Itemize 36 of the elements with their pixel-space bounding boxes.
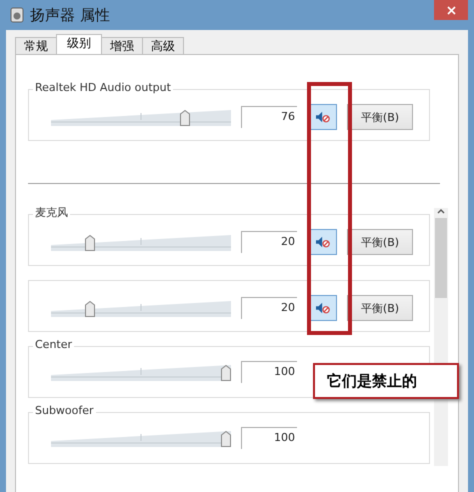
slider-thumb[interactable] bbox=[221, 431, 231, 447]
muted-speaker-icon bbox=[316, 236, 330, 248]
close-button[interactable] bbox=[434, 0, 468, 20]
annotation-callout: 它们是禁止的 bbox=[313, 363, 459, 399]
balance-button[interactable]: 平衡(B) bbox=[347, 295, 413, 321]
balance-button[interactable]: 平衡(B) bbox=[347, 104, 413, 130]
volume-slider[interactable] bbox=[51, 108, 231, 126]
tab[interactable]: 高级 bbox=[142, 37, 184, 54]
mute-button[interactable] bbox=[309, 229, 337, 255]
volume-value-field[interactable]: 100 bbox=[241, 361, 297, 383]
slider-thumb[interactable] bbox=[85, 235, 95, 251]
balance-button[interactable]: 平衡(B) bbox=[347, 229, 413, 255]
volume-value-field[interactable]: 20 bbox=[241, 231, 297, 253]
tab[interactable]: 增强 bbox=[101, 37, 143, 54]
window-title: 扬声器 属性 bbox=[30, 6, 110, 24]
slider-thumb[interactable] bbox=[180, 110, 190, 126]
scroll-up-icon[interactable] bbox=[437, 208, 445, 214]
tab[interactable]: 常规 bbox=[15, 37, 57, 54]
close-icon bbox=[446, 6, 456, 14]
volume-value-field[interactable]: 20 bbox=[241, 297, 297, 319]
volume-value-field[interactable]: 76 bbox=[241, 106, 297, 128]
volume-slider[interactable] bbox=[51, 429, 231, 447]
tab[interactable]: 级别 bbox=[56, 34, 102, 54]
mute-button[interactable] bbox=[309, 295, 337, 321]
speaker-icon bbox=[10, 7, 24, 23]
channel-name: Realtek HD Audio output bbox=[33, 81, 173, 95]
mute-button[interactable] bbox=[309, 104, 337, 130]
volume-slider[interactable] bbox=[51, 299, 231, 317]
slider-thumb[interactable] bbox=[221, 365, 231, 381]
channel-name: 麦克风 bbox=[33, 206, 70, 220]
volume-slider[interactable] bbox=[51, 363, 231, 381]
slider-thumb[interactable] bbox=[85, 301, 95, 317]
volume-value-field[interactable]: 100 bbox=[241, 427, 297, 449]
muted-speaker-icon bbox=[316, 302, 330, 314]
muted-speaker-icon bbox=[316, 111, 330, 123]
volume-slider[interactable] bbox=[51, 233, 231, 251]
